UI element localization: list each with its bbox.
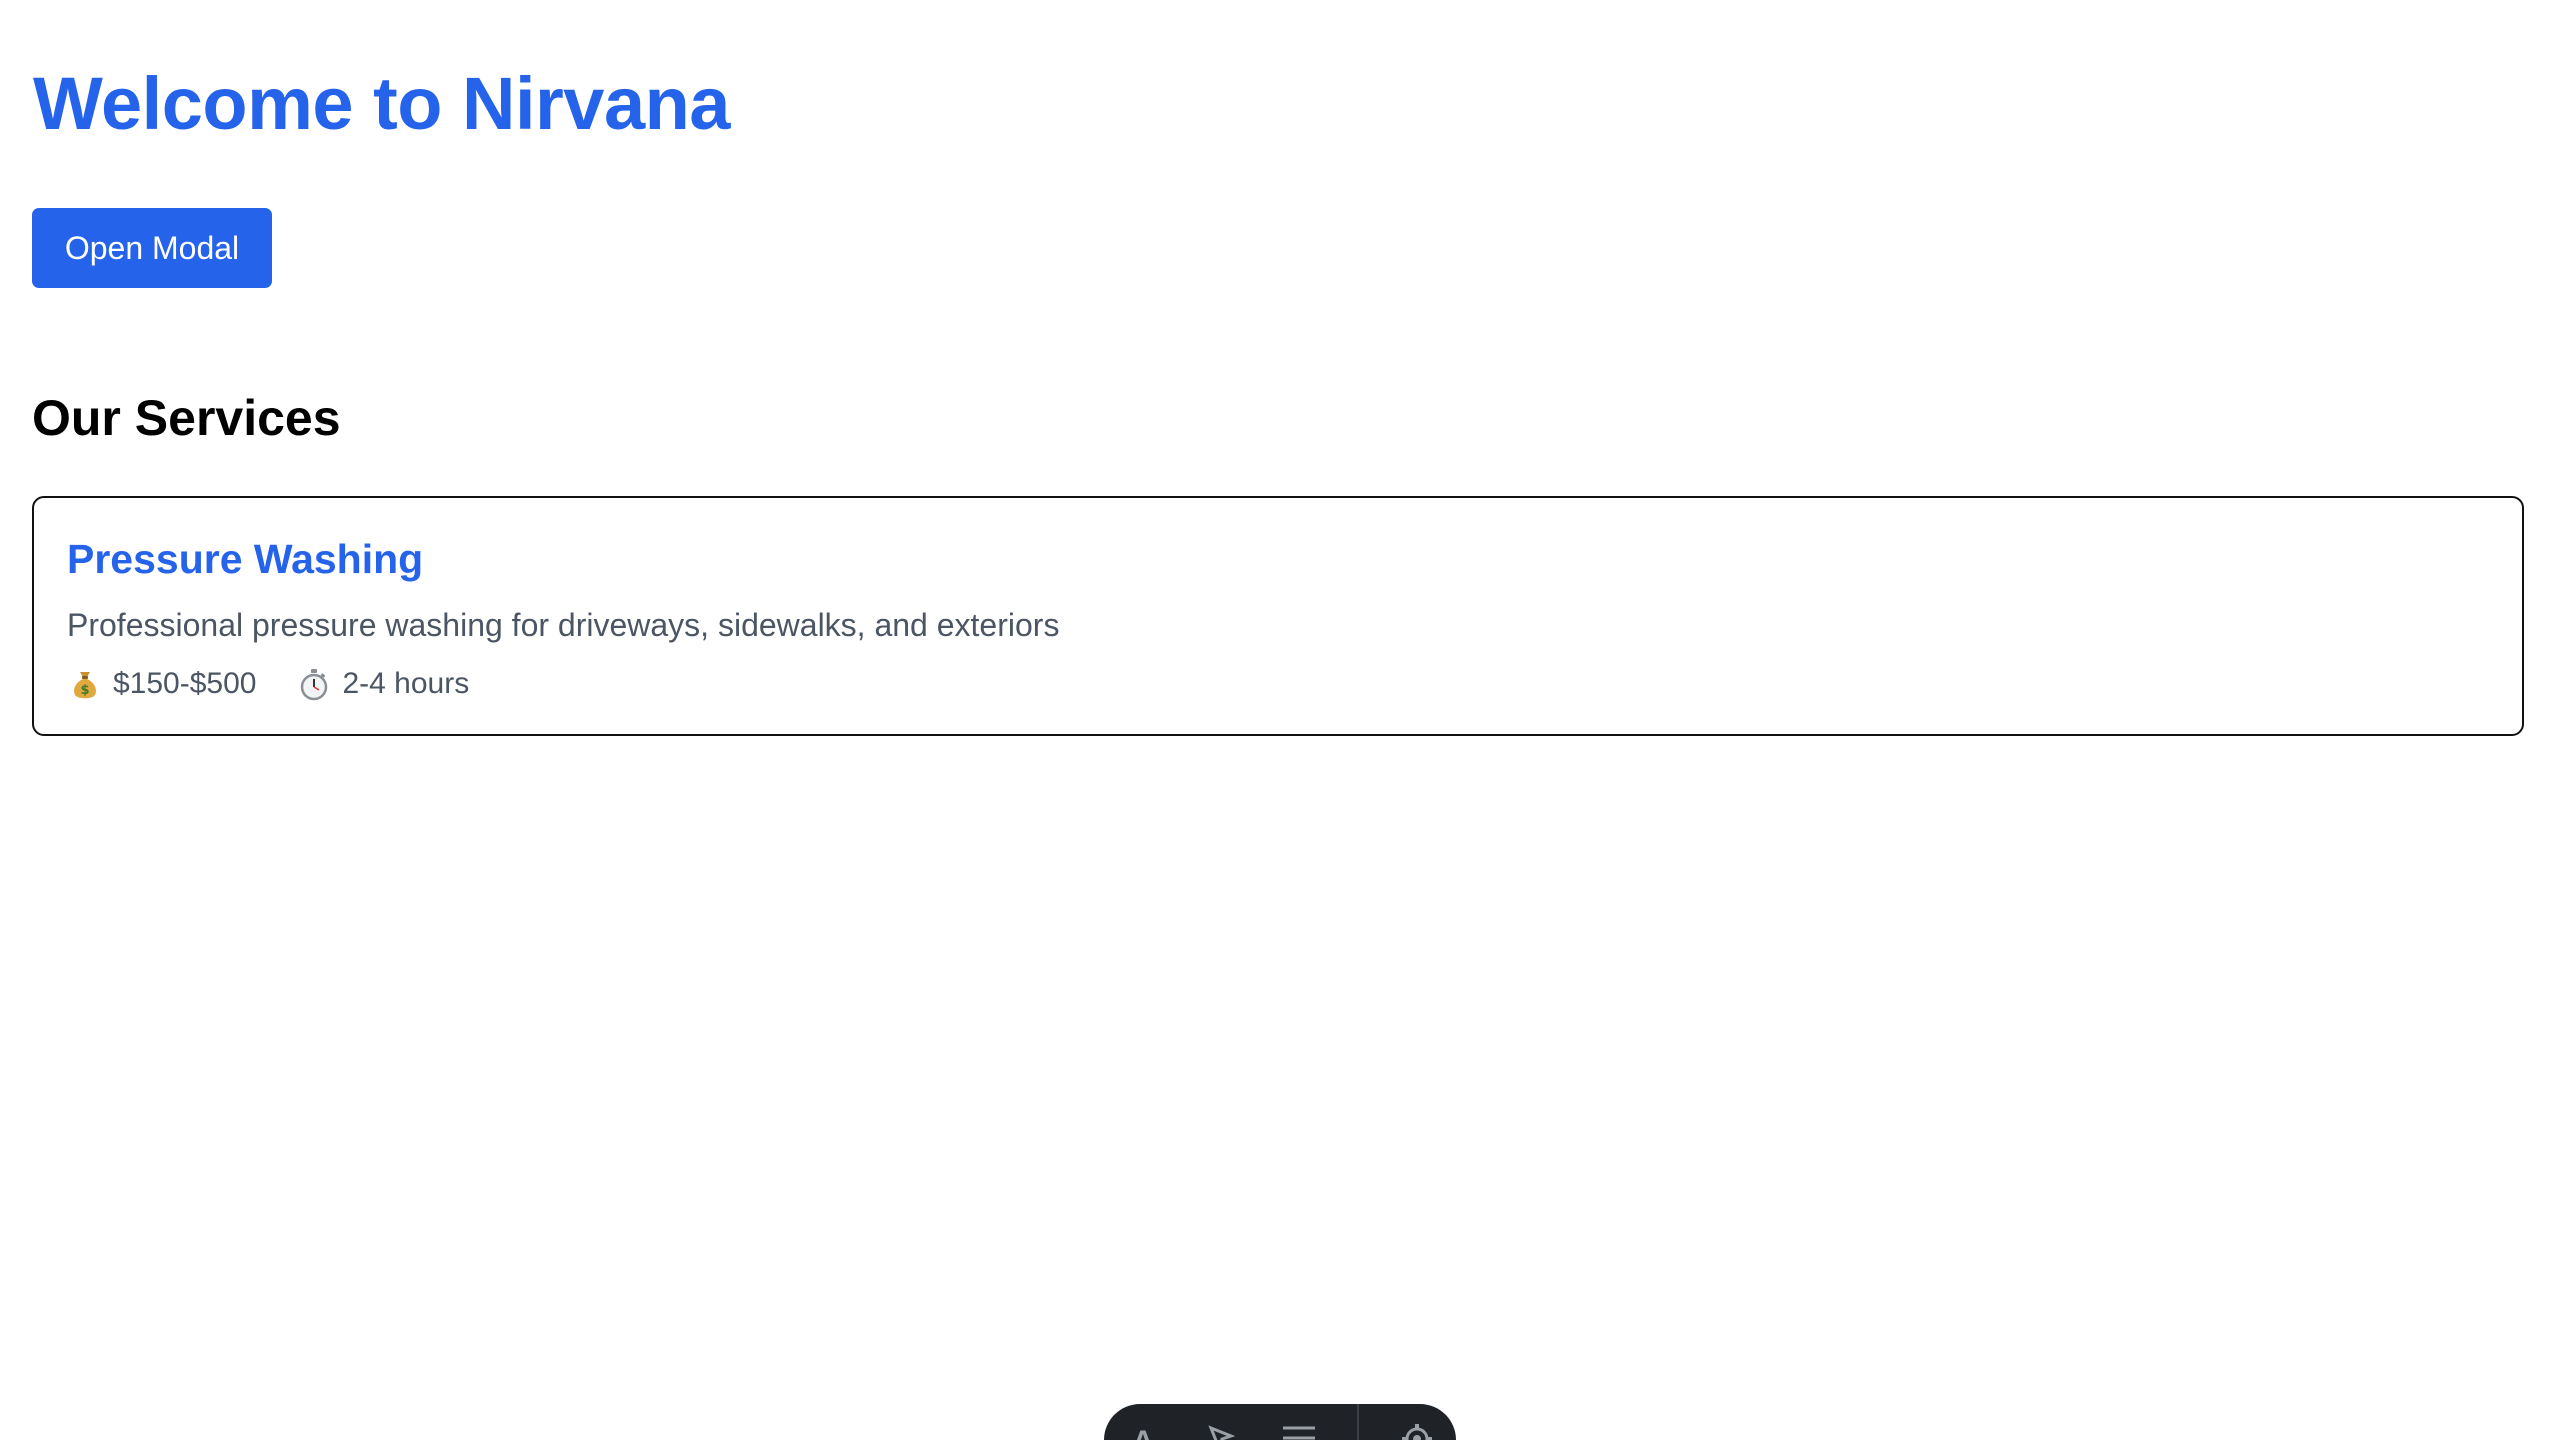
section-title-services: Our Services — [32, 390, 341, 446]
page: Welcome to Nirvana Open Modal Our Servic… — [0, 0, 2560, 1440]
pointer-tool-icon[interactable] — [1201, 1422, 1241, 1440]
service-duration: 2-4 hours — [296, 666, 469, 702]
service-name: Pressure Washing — [67, 536, 424, 582]
service-description: Professional pressure washing for drivew… — [67, 607, 1060, 643]
open-modal-button[interactable]: Open Modal — [32, 208, 272, 288]
settings-tool-icon[interactable] — [1397, 1422, 1437, 1440]
service-card[interactable]: Pressure Washing Professional pressure w… — [32, 496, 2524, 736]
service-price-text: $150-$500 — [113, 667, 257, 700]
menu-glyph — [1283, 1426, 1315, 1440]
text-tool-icon[interactable]: A — [1123, 1422, 1163, 1440]
service-duration-text: 2-4 hours — [342, 667, 470, 700]
money-bag-icon: $ — [74, 672, 96, 699]
gear-glyph — [1402, 1424, 1432, 1440]
service-price: $ $150-$500 — [67, 666, 256, 702]
service-meta: $ $150-$500 2-4 hours — [67, 662, 509, 706]
svg-text:$: $ — [80, 683, 89, 698]
floating-toolbar: A — [1104, 1404, 1456, 1440]
menu-tool-icon[interactable] — [1279, 1422, 1319, 1440]
pointer-glyph — [1208, 1425, 1236, 1440]
page-title: Welcome to Nirvana — [33, 62, 730, 145]
stopwatch-icon — [301, 669, 328, 701]
toolbar-divider — [1357, 1404, 1359, 1440]
